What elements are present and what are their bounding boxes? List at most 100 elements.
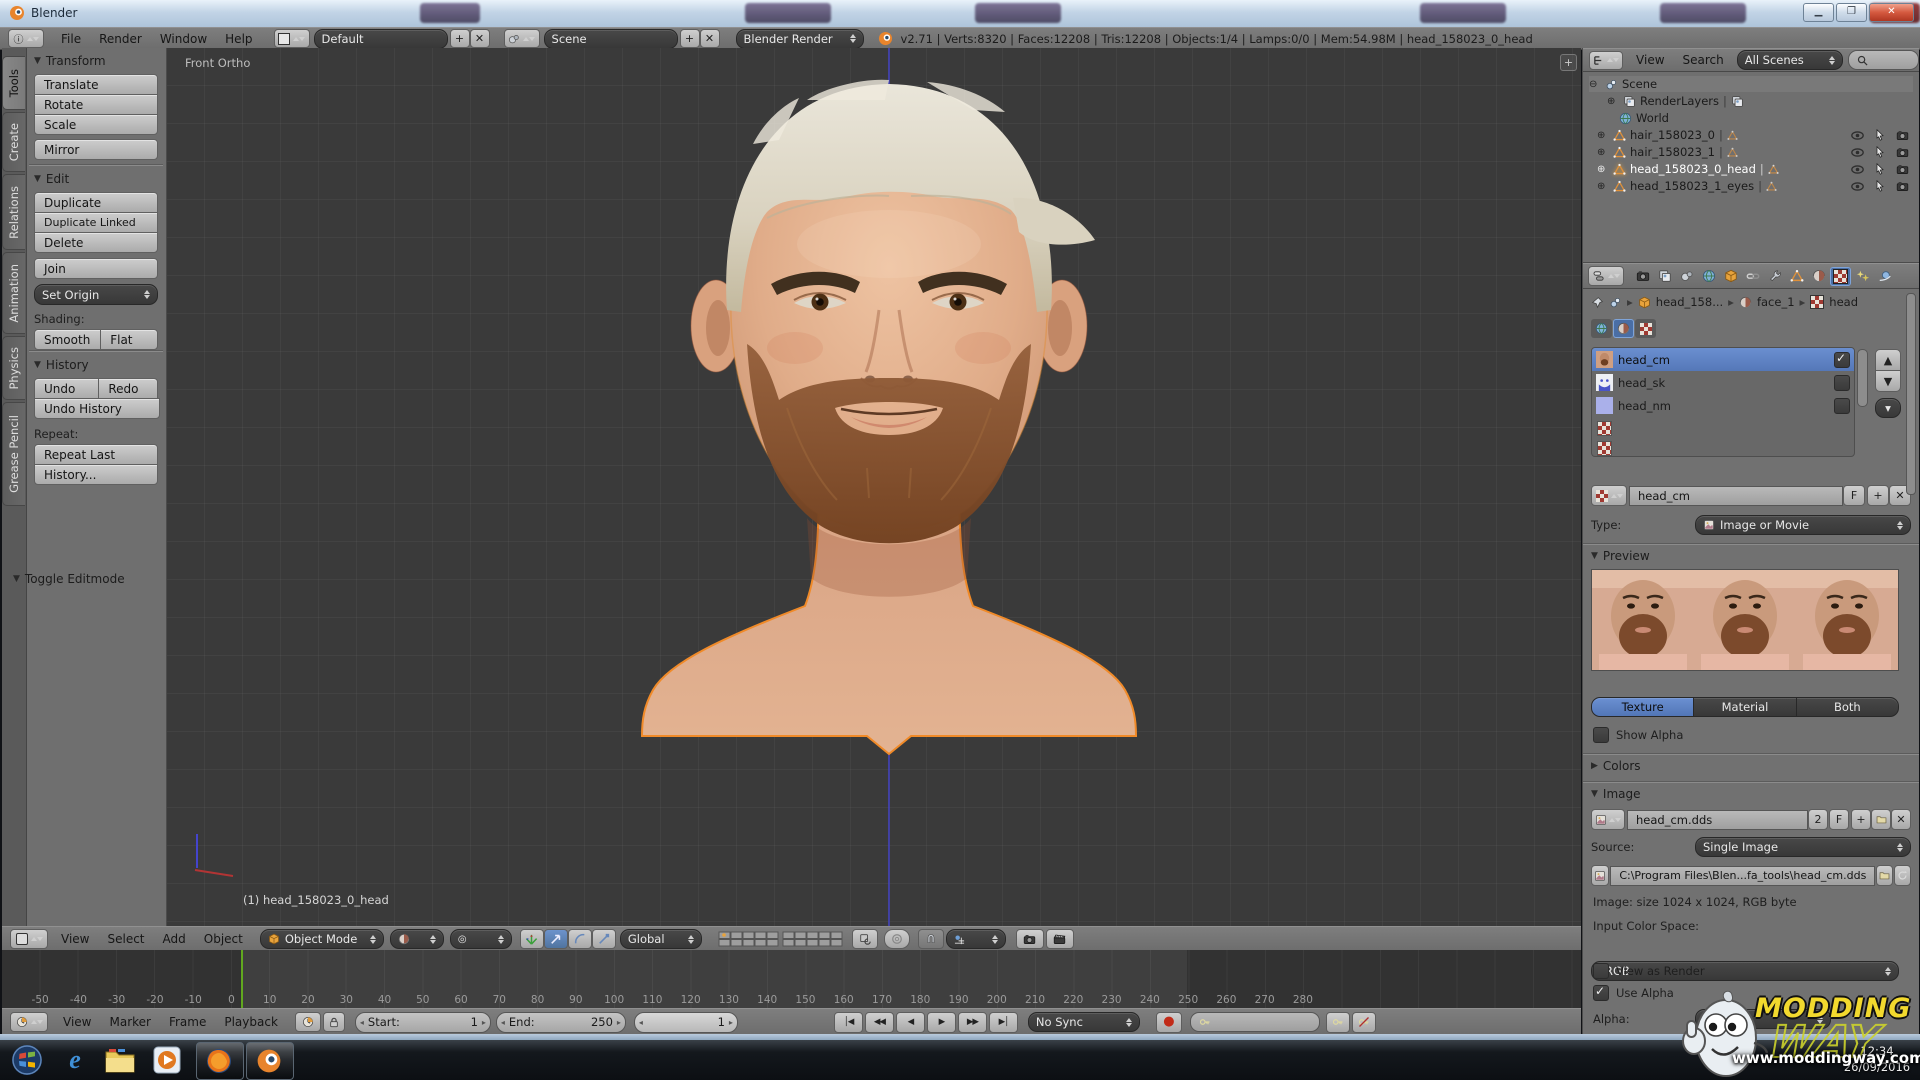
scale-button[interactable]: Scale	[34, 114, 158, 135]
redo-button[interactable]: Redo	[98, 378, 158, 399]
texture-name-input[interactable]: head_cm	[1629, 486, 1843, 506]
use-alpha-row[interactable]: Use Alpha	[1593, 985, 1674, 1001]
selectability-cursor-icon[interactable]	[1874, 146, 1886, 158]
preview-both-button[interactable]: Both	[1796, 697, 1899, 717]
play-reverse-button[interactable]: ◀	[896, 1012, 925, 1033]
slot-specials-menu[interactable]: ▾	[1875, 398, 1901, 418]
undo-button[interactable]: Undo	[34, 378, 99, 399]
visibility-eye-icon[interactable]	[1851, 129, 1864, 142]
texture-slot-row[interactable]: head_sk	[1592, 371, 1854, 394]
mirror-button[interactable]: Mirror	[34, 139, 158, 160]
shade-flat-button[interactable]: Flat	[100, 329, 158, 350]
scene-icon[interactable]	[504, 29, 540, 48]
menu-item[interactable]: Object	[195, 932, 252, 946]
menu-item[interactable]: File	[52, 32, 90, 46]
slot-move-down-button[interactable]: ▼	[1875, 370, 1901, 392]
keying-set-field[interactable]	[1190, 1012, 1320, 1032]
record-button[interactable]: ●	[1156, 1012, 1182, 1033]
texture-slot-list[interactable]: head_cm head_sk head_nm	[1591, 347, 1855, 457]
texture-slot-checkbox[interactable]	[1834, 352, 1850, 368]
layers-widget[interactable]	[718, 931, 844, 947]
editor-type-button[interactable]	[10, 929, 48, 949]
outliner-row-object[interactable]: ⊕ hair_158023_0 |	[1597, 127, 1913, 143]
selectability-cursor-icon[interactable]	[1874, 163, 1886, 175]
transform-panel-header[interactable]: ▼ Transform	[34, 54, 106, 68]
texture-slot-row[interactable]: head_nm	[1592, 394, 1854, 417]
tab-render-layers[interactable]	[1654, 267, 1675, 286]
menu-item[interactable]: Playback	[215, 1015, 287, 1029]
toolshelf-tab-relations[interactable]: Relations	[2, 174, 25, 250]
renderability-camera-icon[interactable]	[1896, 146, 1909, 159]
pin-icon[interactable]	[1591, 296, 1604, 309]
scene-select[interactable]: Scene	[544, 29, 678, 49]
opengl-animation-button[interactable]	[1046, 929, 1074, 949]
use-alpha-checkbox[interactable]	[1593, 985, 1609, 1001]
firefox-taskbar-button[interactable]	[196, 1042, 244, 1080]
editor-type-button[interactable]	[10, 1012, 48, 1032]
show-alpha-checkbox[interactable]	[1593, 727, 1609, 743]
outliner-row-object-active[interactable]: ⊕ head_158023_0_head |	[1597, 161, 1913, 177]
pivot-point-select[interactable]: ◎	[450, 929, 512, 949]
set-origin-select[interactable]: Set Origin	[34, 284, 158, 305]
fake-user-button[interactable]: F	[1843, 485, 1865, 506]
preview-panel-header[interactable]: ▼ Preview	[1591, 549, 1650, 563]
menu-item[interactable]: Marker	[100, 1015, 159, 1029]
collapse-icon[interactable]: ⊖	[1589, 79, 1601, 90]
breadcrumb-object[interactable]: head_158...	[1656, 295, 1723, 309]
view-as-render-checkbox[interactable]	[1593, 963, 1609, 979]
menu-item[interactable]: Add	[154, 932, 195, 946]
editor-type-button[interactable]	[1589, 51, 1623, 70]
lock-to-scene-button[interactable]	[852, 929, 878, 949]
texture-type-select[interactable]: Image or Movie	[1695, 515, 1911, 535]
menu-item[interactable]: Help	[216, 32, 261, 46]
reload-image-button[interactable]	[1894, 865, 1911, 886]
toolshelf-tab-animation[interactable]: Animation	[2, 252, 25, 334]
toolshelf-tab-physics[interactable]: Physics	[2, 336, 25, 400]
frame-start-field[interactable]: Start:1	[355, 1012, 491, 1033]
translate-button[interactable]: Translate	[34, 74, 158, 95]
play-button[interactable]: ▶	[927, 1012, 956, 1033]
snap-toggle-button[interactable]	[918, 929, 944, 949]
menu-item[interactable]: Render	[90, 32, 151, 46]
visibility-eye-icon[interactable]	[1851, 163, 1864, 176]
add-layout-button[interactable]: +	[450, 29, 470, 48]
frame-end-field[interactable]: End:250	[496, 1012, 626, 1033]
image-source-select[interactable]: Single Image	[1695, 837, 1911, 857]
renderability-camera-icon[interactable]	[1896, 163, 1909, 176]
texture-slot-row-selected[interactable]: head_cm	[1592, 348, 1854, 371]
menu-item[interactable]: View	[54, 1015, 100, 1029]
delete-keyframe-button[interactable]	[1352, 1012, 1376, 1033]
slot-list-scrollbar[interactable]	[1857, 349, 1868, 407]
alpha-mode-select[interactable]: Straight	[1695, 1009, 1831, 1029]
join-button[interactable]: Join	[34, 258, 158, 279]
image-name-input[interactable]: head_cm.dds	[1627, 810, 1808, 830]
edit-panel-header[interactable]: ▼ Edit	[34, 172, 69, 186]
playback-range-toggle[interactable]	[295, 1012, 321, 1032]
editor-type-button[interactable]: ⓘ	[8, 29, 44, 48]
texture-slot-checkbox[interactable]	[1834, 398, 1850, 414]
tab-modifiers[interactable]	[1764, 267, 1785, 286]
rotate-manipulator-button[interactable]	[568, 929, 592, 949]
duplicate-button[interactable]: Duplicate	[34, 192, 158, 213]
shade-smooth-button[interactable]: Smooth	[34, 329, 101, 350]
menu-item[interactable]: Window	[151, 32, 216, 46]
next-keyframe-button[interactable]: ▶▶	[958, 1012, 987, 1033]
renderability-camera-icon[interactable]	[1896, 129, 1909, 142]
toolshelf-tab-create[interactable]: Create	[2, 112, 25, 172]
minimize-button[interactable]: ▁	[1803, 3, 1834, 22]
outliner-row-object[interactable]: ⊕ head_158023_1_eyes |	[1597, 178, 1913, 194]
translate-manipulator-button[interactable]	[544, 929, 568, 949]
insert-keyframe-button[interactable]	[1326, 1012, 1350, 1033]
screen-layout-icon[interactable]	[274, 29, 310, 48]
taskbar-clock[interactable]: 12:34 26/09/2016	[1838, 1043, 1916, 1075]
repeat-last-button[interactable]: Repeat Last	[34, 444, 158, 465]
tab-material[interactable]	[1808, 267, 1829, 286]
undo-history-button[interactable]: Undo History	[34, 398, 160, 419]
media-player-icon[interactable]	[152, 1045, 182, 1075]
show-alpha-row[interactable]: Show Alpha	[1593, 727, 1683, 743]
jump-to-end-button[interactable]: ▶│	[989, 1012, 1018, 1033]
previous-keyframe-button[interactable]: ◀◀	[865, 1012, 894, 1033]
history-dialog-button[interactable]: History...	[34, 464, 158, 485]
viewport-3d[interactable]: Front Ortho + (1) head_158023_0_head	[167, 48, 1581, 926]
menu-item[interactable]: View	[1627, 53, 1673, 67]
